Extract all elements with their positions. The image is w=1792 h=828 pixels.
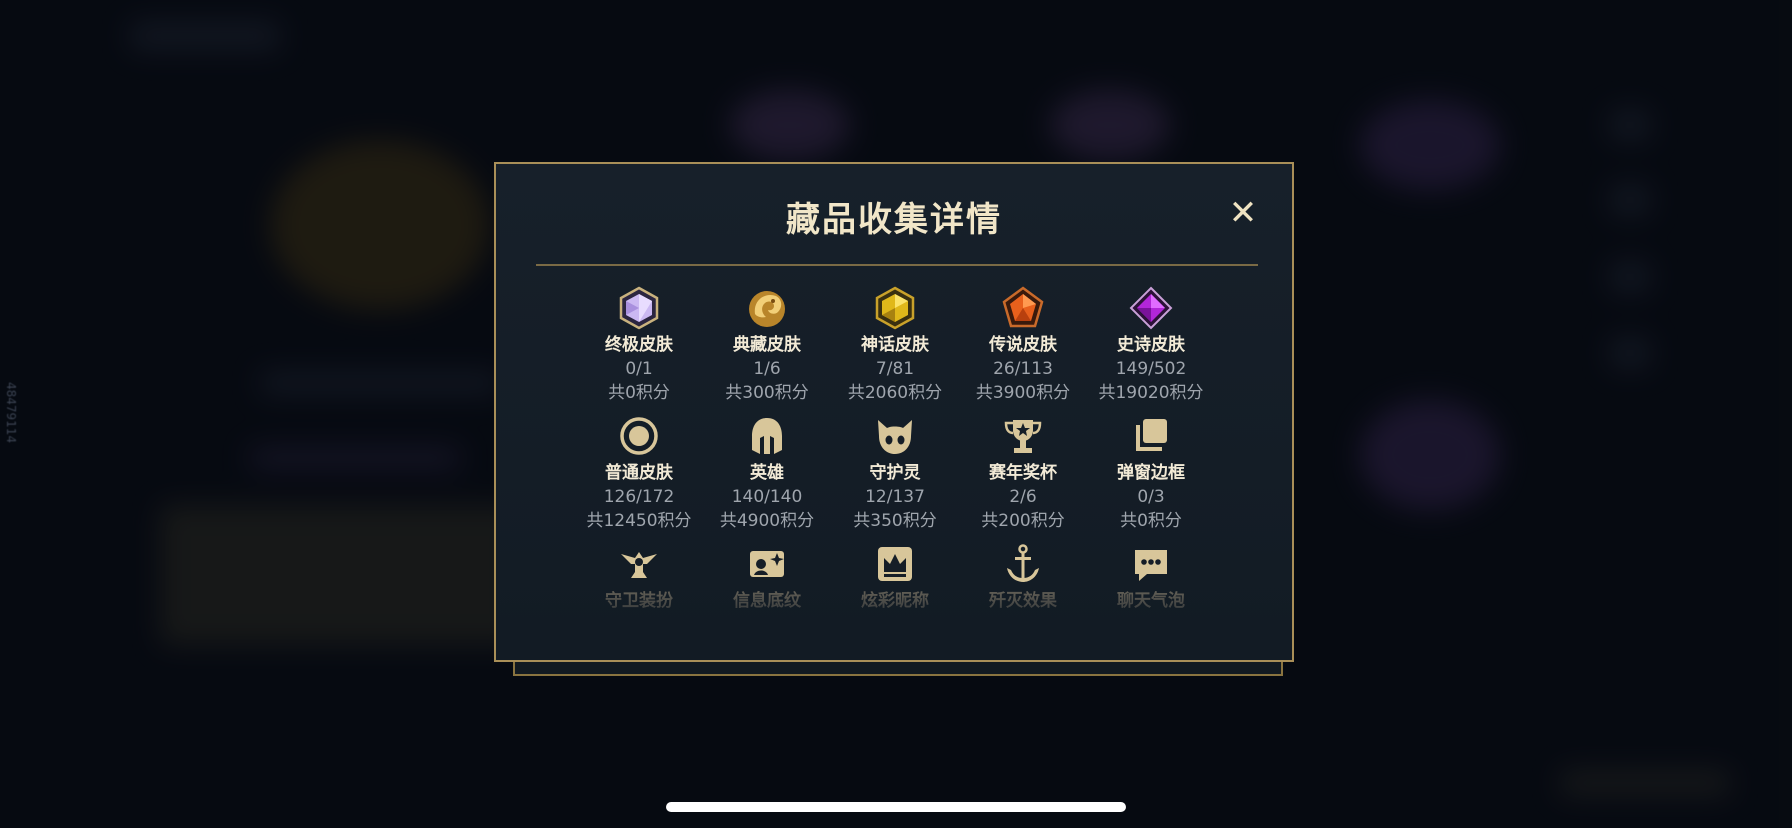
dialog-title: 藏品收集详情 xyxy=(786,200,1002,240)
home-indicator[interactable] xyxy=(666,802,1126,812)
collection-item-hero[interactable]: 英雄 140/140 共4900积分 xyxy=(705,414,829,532)
collection-item-colorful-nickname[interactable]: 炫彩昵称 xyxy=(833,542,957,612)
collection-item-guardian-spirit[interactable]: 守护灵 12/137 共350积分 xyxy=(833,414,957,532)
card-icon xyxy=(750,551,784,577)
collection-item-chat-bubble[interactable]: 聊天气泡 xyxy=(1089,542,1213,612)
collection-item-collector-skin[interactable]: 典藏皮肤 1/6 共300积分 xyxy=(705,286,829,404)
dragon-emblem-icon xyxy=(749,291,785,327)
collection-details-dialog: 藏品收集详情 ✕ 终极皮肤 0/1 共0积分 典藏皮肤 1/6 共300积分 神… xyxy=(494,162,1294,662)
mythic-gem-icon xyxy=(875,286,915,330)
collection-item-season-trophy[interactable]: 赛年奖杯 2/6 共200积分 xyxy=(961,414,1085,532)
ward-icon xyxy=(621,552,657,578)
legendary-gem-icon xyxy=(1002,286,1044,328)
collection-item-mythic-skin[interactable]: 神话皮肤 7/81 共2060积分 xyxy=(833,286,957,404)
epic-gem-icon xyxy=(1129,286,1173,330)
collection-item-epic-skin[interactable]: 史诗皮肤 149/502 共19020积分 xyxy=(1089,286,1213,404)
collection-item-annihilation-effect[interactable]: 歼灭效果 xyxy=(961,542,1085,612)
collection-item-ultimate-skin[interactable]: 终极皮肤 0/1 共0积分 xyxy=(577,286,701,404)
pet-icon xyxy=(878,420,912,454)
close-button[interactable]: ✕ xyxy=(1222,192,1264,234)
anchor-icon xyxy=(1007,544,1039,582)
title-divider xyxy=(536,264,1258,266)
trophy-icon xyxy=(1004,420,1042,453)
collection-item-ward-skin[interactable]: 守卫装扮 xyxy=(577,542,701,612)
ultimate-gem-icon xyxy=(619,286,659,330)
crown-badge-icon xyxy=(878,547,912,581)
collection-item-normal-skin[interactable]: 普通皮肤 126/172 共12450积分 xyxy=(577,414,701,532)
circle-icon xyxy=(620,417,658,455)
collection-item-info-pattern[interactable]: 信息底纹 xyxy=(705,542,829,612)
chat-bubble-icon xyxy=(1135,550,1167,581)
screen: 48479114 藏品收集详情 ✕ 终极皮肤 0/1 共0积分 典藏皮肤 1/6… xyxy=(0,0,1792,828)
side-id-text: 48479114 xyxy=(4,382,18,444)
close-icon: ✕ xyxy=(1228,193,1258,233)
collection-item-legendary-skin[interactable]: 传说皮肤 26/113 共3900积分 xyxy=(961,286,1085,404)
collection-item-popup-frame[interactable]: 弹窗边框 0/3 共0积分 xyxy=(1089,414,1213,532)
frame-icon xyxy=(1136,419,1167,451)
helmet-icon xyxy=(752,418,782,454)
